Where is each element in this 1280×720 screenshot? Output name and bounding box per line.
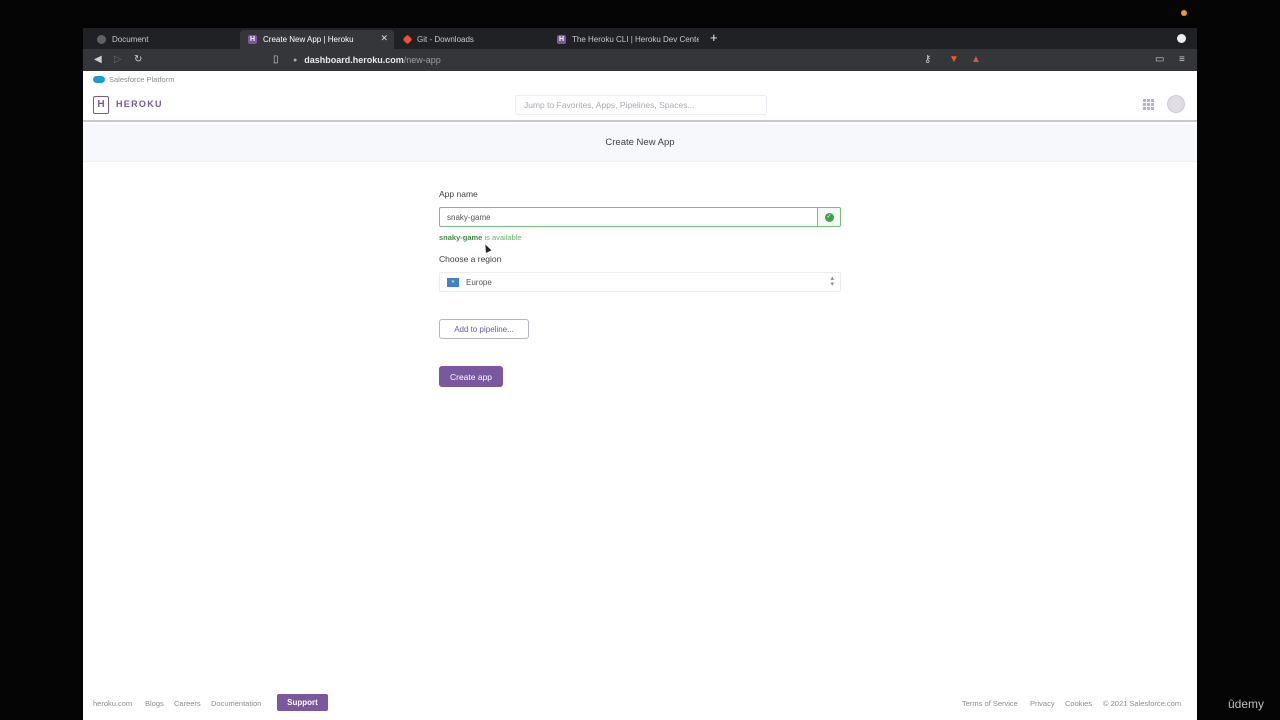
footer-link-documentation[interactable]: Documentation xyxy=(211,699,261,708)
tab-title: Create New App | Heroku xyxy=(263,35,354,44)
tab-document[interactable]: Document xyxy=(89,30,237,49)
availability-message: snaky-game is available xyxy=(439,233,522,242)
bookmark-icon[interactable]: ▯ xyxy=(273,53,279,66)
add-to-pipeline-button[interactable]: Add to pipeline... xyxy=(439,319,529,339)
address-bar[interactable]: ● dashboard.heroku.com /new-app xyxy=(293,51,993,69)
browser-window: Document H Create New App | Heroku ✕ Git… xyxy=(83,28,1197,720)
menu-icon[interactable]: ≡ xyxy=(1179,53,1185,66)
availability-suffix: is available xyxy=(482,233,522,242)
footer-link-careers[interactable]: Careers xyxy=(174,699,201,708)
tab-title: The Heroku CLI | Heroku Dev Cente xyxy=(572,35,699,44)
region-label: Choose a region xyxy=(439,254,502,264)
udemy-watermark: ûdemy xyxy=(1228,697,1265,711)
app-name-label: App name xyxy=(439,189,478,199)
browser-toolbar: ◀ ▷ ↻ ▯ ● dashboard.heroku.com /new-app … xyxy=(83,49,1197,71)
close-tab-icon[interactable]: ✕ xyxy=(380,33,388,44)
key-icon[interactable]: ⚷ xyxy=(924,53,931,66)
tab-git-downloads[interactable]: Git - Downloads xyxy=(396,30,546,49)
brave-shield-icon[interactable]: ▼ xyxy=(949,53,959,66)
region-value: Europe xyxy=(466,277,492,287)
heroku-icon: H xyxy=(248,35,257,44)
recording-indicator xyxy=(1181,10,1187,16)
footer-link-privacy[interactable]: Privacy xyxy=(1030,699,1055,708)
footer-link-cookies[interactable]: Cookies xyxy=(1065,699,1092,708)
select-arrows-icon: ▴ ▾ xyxy=(830,275,834,288)
availability-status: ✓ xyxy=(817,207,841,227)
app-name-input[interactable]: snaky-game xyxy=(439,207,818,227)
available-app-name: snaky-game xyxy=(439,233,483,242)
create-app-form: App name snaky-game ✓ snaky-game is avai… xyxy=(439,189,841,387)
footer-link-heroku[interactable]: heroku.com xyxy=(93,699,132,708)
eu-flag-icon: ★ xyxy=(447,277,459,287)
wallet-icon[interactable]: ▭ xyxy=(1155,53,1164,66)
heroku-icon: H xyxy=(557,35,566,44)
tab-heroku-cli[interactable]: H The Heroku CLI | Heroku Dev Cente xyxy=(549,30,699,49)
apps-grid-icon[interactable] xyxy=(1143,99,1154,110)
tab-title: Document xyxy=(112,35,149,44)
address-domain: dashboard.heroku.com xyxy=(304,55,404,65)
heroku-page: Salesforce Platform H HEROKU Jump to Fav… xyxy=(83,71,1197,720)
create-app-button[interactable]: Create app xyxy=(439,366,503,387)
support-button[interactable]: Support xyxy=(277,694,328,711)
address-path: /new-app xyxy=(403,55,441,65)
footer: heroku.com Blogs Careers Documentation S… xyxy=(83,694,1197,714)
heroku-wordmark[interactable]: HEROKU xyxy=(116,99,163,109)
app-name-row: snaky-game ✓ xyxy=(439,207,841,227)
tab-create-new-app[interactable]: H Create New App | Heroku ✕ xyxy=(240,30,394,49)
region-select[interactable]: ★ Europe ▴ ▾ xyxy=(439,272,841,292)
avatar[interactable] xyxy=(1167,95,1185,113)
page-title: Create New App xyxy=(83,124,1197,162)
new-tab-button[interactable]: + xyxy=(710,31,718,45)
globe-icon xyxy=(97,35,106,44)
footer-copyright: © 2021 Salesforce.com xyxy=(1103,699,1182,708)
heroku-header: H HEROKU Jump to Favorites, Apps, Pipeli… xyxy=(83,87,1197,122)
tab-title: Git - Downloads xyxy=(417,35,474,44)
back-icon[interactable]: ◀ xyxy=(94,53,102,66)
search-input[interactable]: Jump to Favorites, Apps, Pipelines, Spac… xyxy=(515,95,767,115)
profile-icon[interactable] xyxy=(1177,34,1186,43)
heroku-logo-icon[interactable]: H xyxy=(93,96,109,114)
tab-bar: Document H Create New App | Heroku ✕ Git… xyxy=(83,28,1197,49)
salesforce-label: Salesforce Platform xyxy=(109,74,175,84)
footer-link-terms[interactable]: Terms of Service xyxy=(962,699,1018,708)
forward-icon[interactable]: ▷ xyxy=(114,53,122,66)
reload-icon[interactable]: ↻ xyxy=(134,53,142,66)
salesforce-bar: Salesforce Platform xyxy=(83,71,1197,87)
brave-rewards-icon[interactable]: ▲ xyxy=(971,53,981,66)
screen-recording: Document H Create New App | Heroku ✕ Git… xyxy=(0,0,1280,720)
footer-link-blogs[interactable]: Blogs xyxy=(145,699,164,708)
check-circle-icon: ✓ xyxy=(824,212,834,222)
lock-icon: ● xyxy=(293,56,298,64)
salesforce-cloud-icon xyxy=(93,75,105,83)
git-icon xyxy=(402,34,413,45)
